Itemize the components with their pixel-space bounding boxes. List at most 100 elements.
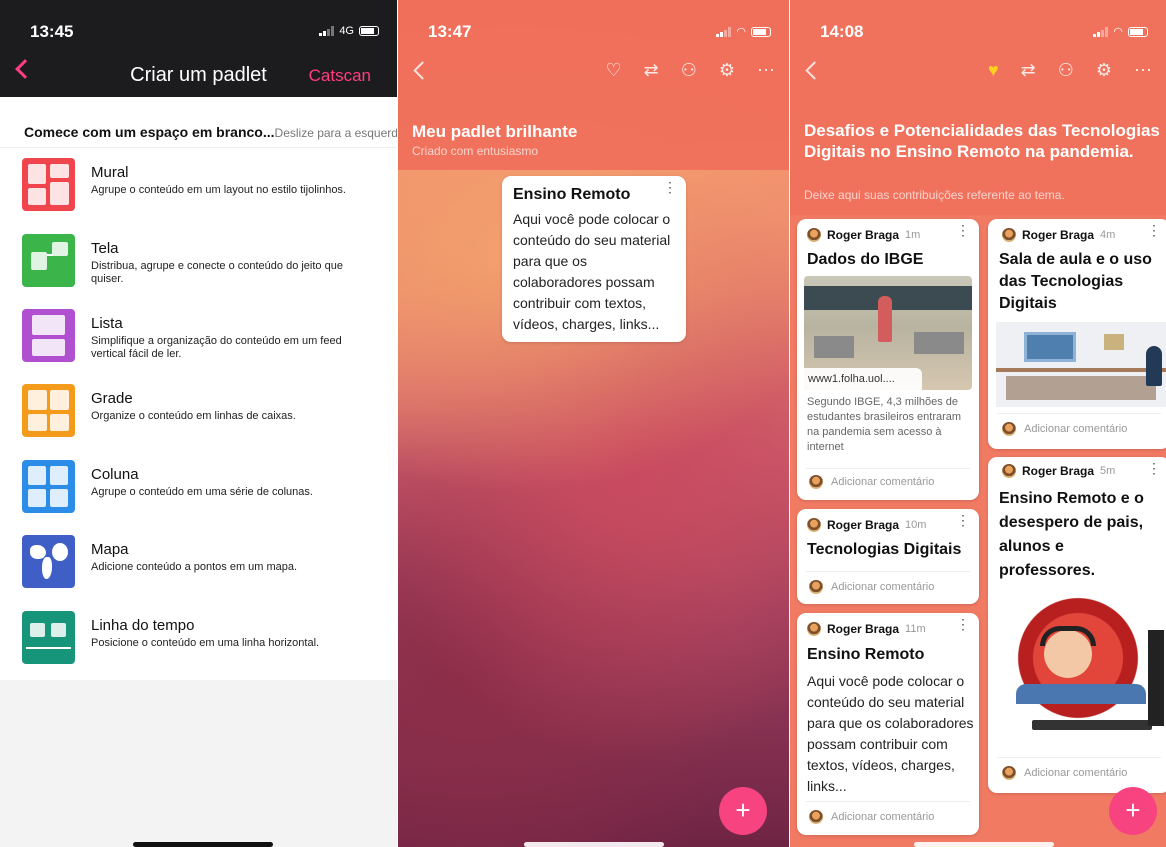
status-time: 14:08 <box>820 22 864 41</box>
link-preview[interactable]: www1.folha.uol.... <box>804 368 922 390</box>
add-comment[interactable]: Adicionar comentário <box>831 476 934 488</box>
more-vertical-icon[interactable]: ⋮ <box>956 617 970 631</box>
padlet-subtitle: Deixe aqui suas contribuições referente … <box>804 188 1065 202</box>
gear-icon[interactable]: ⚙ <box>719 60 735 81</box>
post-title: Ensino Remoto e o desespero de pais, alu… <box>999 490 1144 579</box>
add-post-button[interactable]: + <box>1109 787 1157 835</box>
list-icon <box>22 309 75 362</box>
virus-boy-illustration[interactable] <box>996 580 1166 750</box>
more-vertical-icon[interactable]: ⋮ <box>1147 461 1161 475</box>
add-post-button[interactable]: + <box>719 787 767 835</box>
signal-icon <box>716 26 732 37</box>
layout-name: Lista <box>91 315 123 332</box>
post-title: Dados do IBGE <box>807 251 924 268</box>
status-time: 13:45 <box>30 22 74 41</box>
map-icon <box>22 535 75 588</box>
post-title: Ensino Remoto <box>513 186 631 203</box>
create-padlet-header: 13:45 4G Criar um padlet Catscan <box>0 0 397 97</box>
avatar <box>1002 464 1016 478</box>
network-label: 4G <box>339 25 354 37</box>
classroom-photo[interactable]: www1.folha.uol.... <box>804 276 972 390</box>
layout-desc: Adicione conteúdo a pontos em um mapa. <box>91 561 298 573</box>
author-name: Roger Braga <box>827 228 900 242</box>
home-indicator[interactable] <box>524 842 664 847</box>
layout-name: Grade <box>91 390 133 407</box>
post-body: Aqui você pode colocar o conteúdo do seu… <box>807 673 974 794</box>
status-bar: 14:08 ◠ <box>790 0 1166 56</box>
catscan-button[interactable]: Catscan <box>309 66 371 86</box>
more-vertical-icon[interactable]: ⋮ <box>956 223 970 237</box>
post-time: 11m <box>905 623 926 635</box>
classroom-illustration[interactable] <box>996 322 1166 407</box>
layout-name: Tela <box>91 240 119 257</box>
signal-icon <box>1093 26 1109 37</box>
layout-name: Mapa <box>91 541 129 558</box>
add-comment[interactable]: Adicionar comentário <box>1024 423 1127 435</box>
more-vertical-icon[interactable]: ⋮ <box>1147 223 1161 237</box>
avatar <box>809 475 823 489</box>
home-indicator[interactable] <box>914 842 1054 847</box>
signal-icon <box>319 26 335 36</box>
avatar <box>809 810 823 824</box>
layout-option-linha-do-tempo[interactable]: Linha do tempo Posicione o conteúdo em u… <box>22 611 361 664</box>
layout-option-grade[interactable]: Grade Organize o conteúdo em linhas de c… <box>22 384 361 437</box>
avatar <box>807 228 821 242</box>
back-chevron-icon[interactable] <box>805 61 824 80</box>
post-card[interactable]: Roger Braga 5m ⋮ Ensino Remoto e o deses… <box>988 457 1166 793</box>
canvas-icon <box>22 234 75 287</box>
remake-icon[interactable]: ⇄ <box>1021 60 1036 81</box>
gear-icon[interactable]: ⚙ <box>1096 60 1112 81</box>
layout-desc: Agrupe o conteúdo em uma série de coluna… <box>91 486 313 498</box>
battery-icon <box>359 26 379 36</box>
author-name: Roger Braga <box>1022 464 1095 478</box>
more-icon[interactable]: ⋯ <box>757 60 775 81</box>
author-name: Roger Braga <box>827 518 900 532</box>
padlet-toolbar: ♡ ⇄ ⚇ ⚙ ⋯ <box>398 60 789 86</box>
layout-option-tela[interactable]: Tela Distribua, agrupe e conecte o conte… <box>22 234 361 287</box>
padlet-title: Desafios e Potencialidades das Tecnologi… <box>804 121 1160 161</box>
heart-icon[interactable]: ♡ <box>605 60 621 81</box>
avatar <box>807 622 821 636</box>
post-body: Segundo IBGE, 4,3 milhões de estudantes … <box>807 396 962 453</box>
wifi-icon: ◠ <box>1113 26 1123 38</box>
post-title: Sala de aula e o uso das Tecnologias Dig… <box>999 251 1152 312</box>
add-comment[interactable]: Adicionar comentário <box>1024 767 1127 779</box>
column-icon <box>22 460 75 513</box>
layout-name: Coluna <box>91 466 139 483</box>
layout-option-mapa[interactable]: Mapa Adicione conteúdo a pontos em um ma… <box>22 535 361 588</box>
heart-filled-icon[interactable]: ♥ <box>988 60 999 81</box>
padlet-screen-filled: 14:08 ◠ ♥ ⇄ ⚇ ⚙ ⋯ Desafios e Potencialid… <box>790 0 1166 847</box>
layout-desc: Agrupe o conteúdo em um layout no estilo… <box>91 184 346 196</box>
layout-option-mural[interactable]: Mural Agrupe o conteúdo em um layout no … <box>22 158 361 211</box>
avatar <box>809 580 823 594</box>
post-card[interactable]: ⋮ Ensino Remoto Aqui você pode colocar o… <box>502 176 686 342</box>
post-card[interactable]: Roger Braga 10m ⋮ Tecnologias Digitais A… <box>797 509 979 604</box>
remake-icon[interactable]: ⇄ <box>644 60 659 81</box>
layout-name: Mural <box>91 164 129 181</box>
add-comment[interactable]: Adicionar comentário <box>831 811 934 823</box>
padlet-subtitle: Criado com entusiasmo <box>412 144 539 158</box>
author-name: Roger Braga <box>1022 228 1095 242</box>
post-card[interactable]: Roger Braga 11m ⋮ Ensino Remoto Aqui voc… <box>797 613 979 835</box>
intro-hint: Deslize para a esquerda para p <box>274 126 397 140</box>
share-people-icon[interactable]: ⚇ <box>1058 60 1074 81</box>
timeline-icon <box>22 611 75 664</box>
grid-icon <box>22 384 75 437</box>
more-vertical-icon[interactable]: ⋮ <box>956 513 970 527</box>
more-icon[interactable]: ⋯ <box>1134 60 1152 81</box>
home-indicator[interactable] <box>133 842 273 847</box>
add-comment[interactable]: Adicionar comentário <box>831 581 934 593</box>
divider <box>0 147 397 148</box>
post-card[interactable]: Roger Braga 4m ⋮ Sala de aula e o uso da… <box>988 219 1166 449</box>
post-body: Aqui você pode colocar o conteúdo do seu… <box>513 211 671 332</box>
layout-desc: Simplifique a organização do conteúdo em… <box>91 335 342 360</box>
layout-option-lista[interactable]: Lista Simplifique a organização do conte… <box>22 309 361 362</box>
post-card[interactable]: Roger Braga 1m ⋮ Dados do IBGE www1.folh… <box>797 219 979 500</box>
layout-option-coluna[interactable]: Coluna Agrupe o conteúdo em uma série de… <box>22 460 361 513</box>
more-vertical-icon[interactable]: ⋮ <box>663 180 677 194</box>
share-people-icon[interactable]: ⚇ <box>681 60 697 81</box>
intro-bold: Comece com um espaço em branco... <box>24 124 275 140</box>
back-chevron-icon[interactable] <box>413 61 432 80</box>
intro-text: Comece com um espaço em branco...Deslize… <box>24 124 397 140</box>
avatar <box>807 518 821 532</box>
